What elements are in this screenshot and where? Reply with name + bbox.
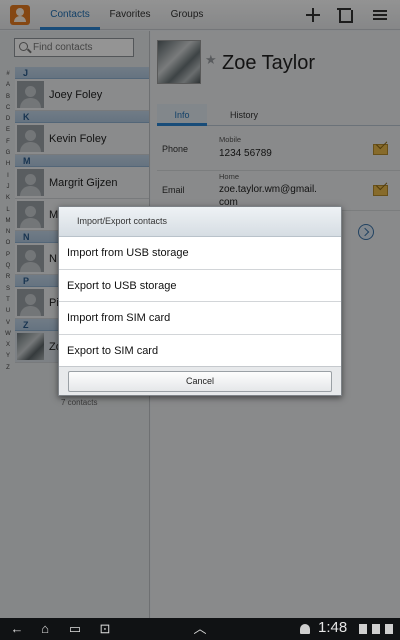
cancel-button[interactable]: Cancel — [68, 371, 332, 392]
back-icon[interactable]: ← — [8, 621, 26, 637]
battery-icon — [385, 624, 393, 634]
usb-icon — [359, 624, 367, 634]
import-sim-option[interactable]: Import from SIM card — [59, 302, 341, 335]
recent-apps-icon[interactable]: ▭ — [66, 621, 84, 637]
signal-icon — [372, 624, 380, 634]
status-icons — [359, 624, 395, 634]
import-export-dialog: Import/Export contacts Import from USB s… — [58, 206, 342, 396]
export-usb-option[interactable]: Export to USB storage — [59, 269, 341, 302]
android-icon — [300, 624, 310, 634]
export-sim-option[interactable]: Export to SIM card — [59, 334, 341, 367]
system-bar: ← ⌂ ▭ ⊡ ︿ 1:48 — [0, 618, 400, 640]
chevron-up-icon[interactable]: ︿ — [191, 621, 209, 637]
import-usb-option[interactable]: Import from USB storage — [59, 237, 341, 270]
dialog-title: Import/Export contacts — [59, 207, 341, 237]
clock: 1:48 — [318, 619, 348, 636]
home-icon[interactable]: ⌂ — [36, 621, 54, 637]
dialog-footer: Cancel — [59, 366, 341, 395]
screenshot-icon[interactable]: ⊡ — [96, 621, 114, 637]
